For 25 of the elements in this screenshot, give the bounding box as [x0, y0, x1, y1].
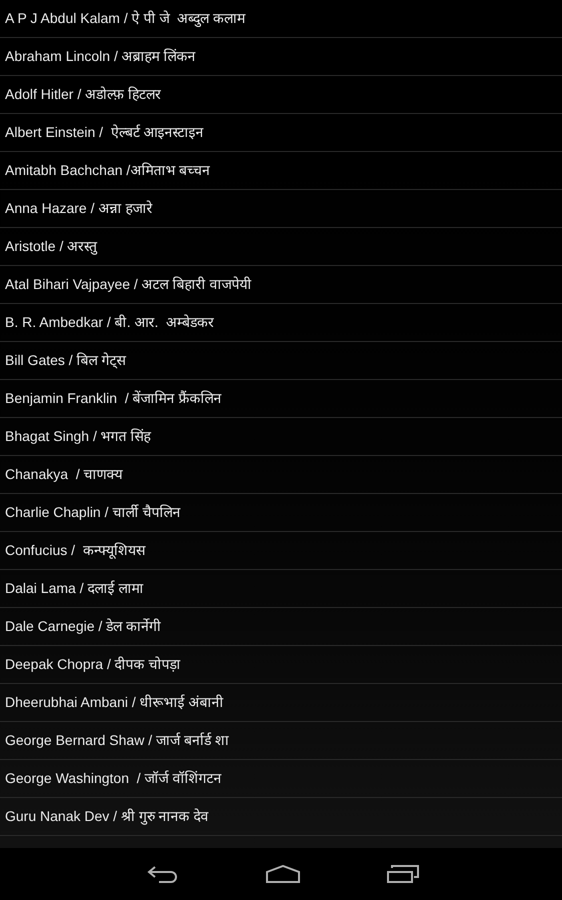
list-item[interactable]: Guru Nanak Dev / श्री गुरु नानक देव	[0, 798, 562, 836]
list-item[interactable]: Abraham Lincoln / अब्राहम लिंकन	[0, 38, 562, 76]
list-item[interactable]: Albert Einstein / ऐल्बर्ट आइनस्टाइन	[0, 114, 562, 152]
list-item[interactable]: A P J Abdul Kalam / ऐ पी जे अब्दुल कलाम	[0, 0, 562, 38]
list-item[interactable]: George Bernard Shaw / जार्ज बर्नार्ड शा	[0, 722, 562, 760]
list-item[interactable]: Benjamin Franklin / बेंजामिन फ्रैंकलिन	[0, 380, 562, 418]
list-item[interactable]: Aristotle / अरस्तु	[0, 228, 562, 266]
list-item[interactable]: Dalai Lama / दलाई लामा	[0, 570, 562, 608]
list-item[interactable]: Amitabh Bachchan /अमिताभ बच्चन	[0, 152, 562, 190]
list-item[interactable]: Charlie Chaplin / चार्ली चैपलिन	[0, 494, 562, 532]
home-icon	[266, 865, 300, 883]
recent-apps-icon	[387, 865, 419, 883]
list-item[interactable]: Chanakya / चाणक्य	[0, 456, 562, 494]
list-item[interactable]: Atal Bihari Vajpayee / अटल बिहारी वाजपेयी	[0, 266, 562, 304]
back-icon	[147, 865, 179, 883]
list-item[interactable]: Anna Hazare / अन्ना हजारे	[0, 190, 562, 228]
list-item[interactable]: Confucius / कन्फ्यूशियस	[0, 532, 562, 570]
list-item[interactable]: Bhagat Singh / भगत सिंह	[0, 418, 562, 456]
list-item[interactable]: Dheerubhai Ambani / धीरूभाई अंबानी	[0, 684, 562, 722]
list-item[interactable]: Deepak Chopra / दीपक चोपड़ा	[0, 646, 562, 684]
list-item[interactable]: B. R. Ambedkar / बी. आर. अम्बेडकर	[0, 304, 562, 342]
list-item[interactable]: Dale Carnegie / डेल कार्नेगी	[0, 608, 562, 646]
list-item[interactable]: Bill Gates / बिल गेट्स	[0, 342, 562, 380]
list-item[interactable]: George Washington / जॉर्ज वॉशिंगटन	[0, 760, 562, 798]
list-item[interactable]: Adolf Hitler / अडोल्फ़ हिटलर	[0, 76, 562, 114]
